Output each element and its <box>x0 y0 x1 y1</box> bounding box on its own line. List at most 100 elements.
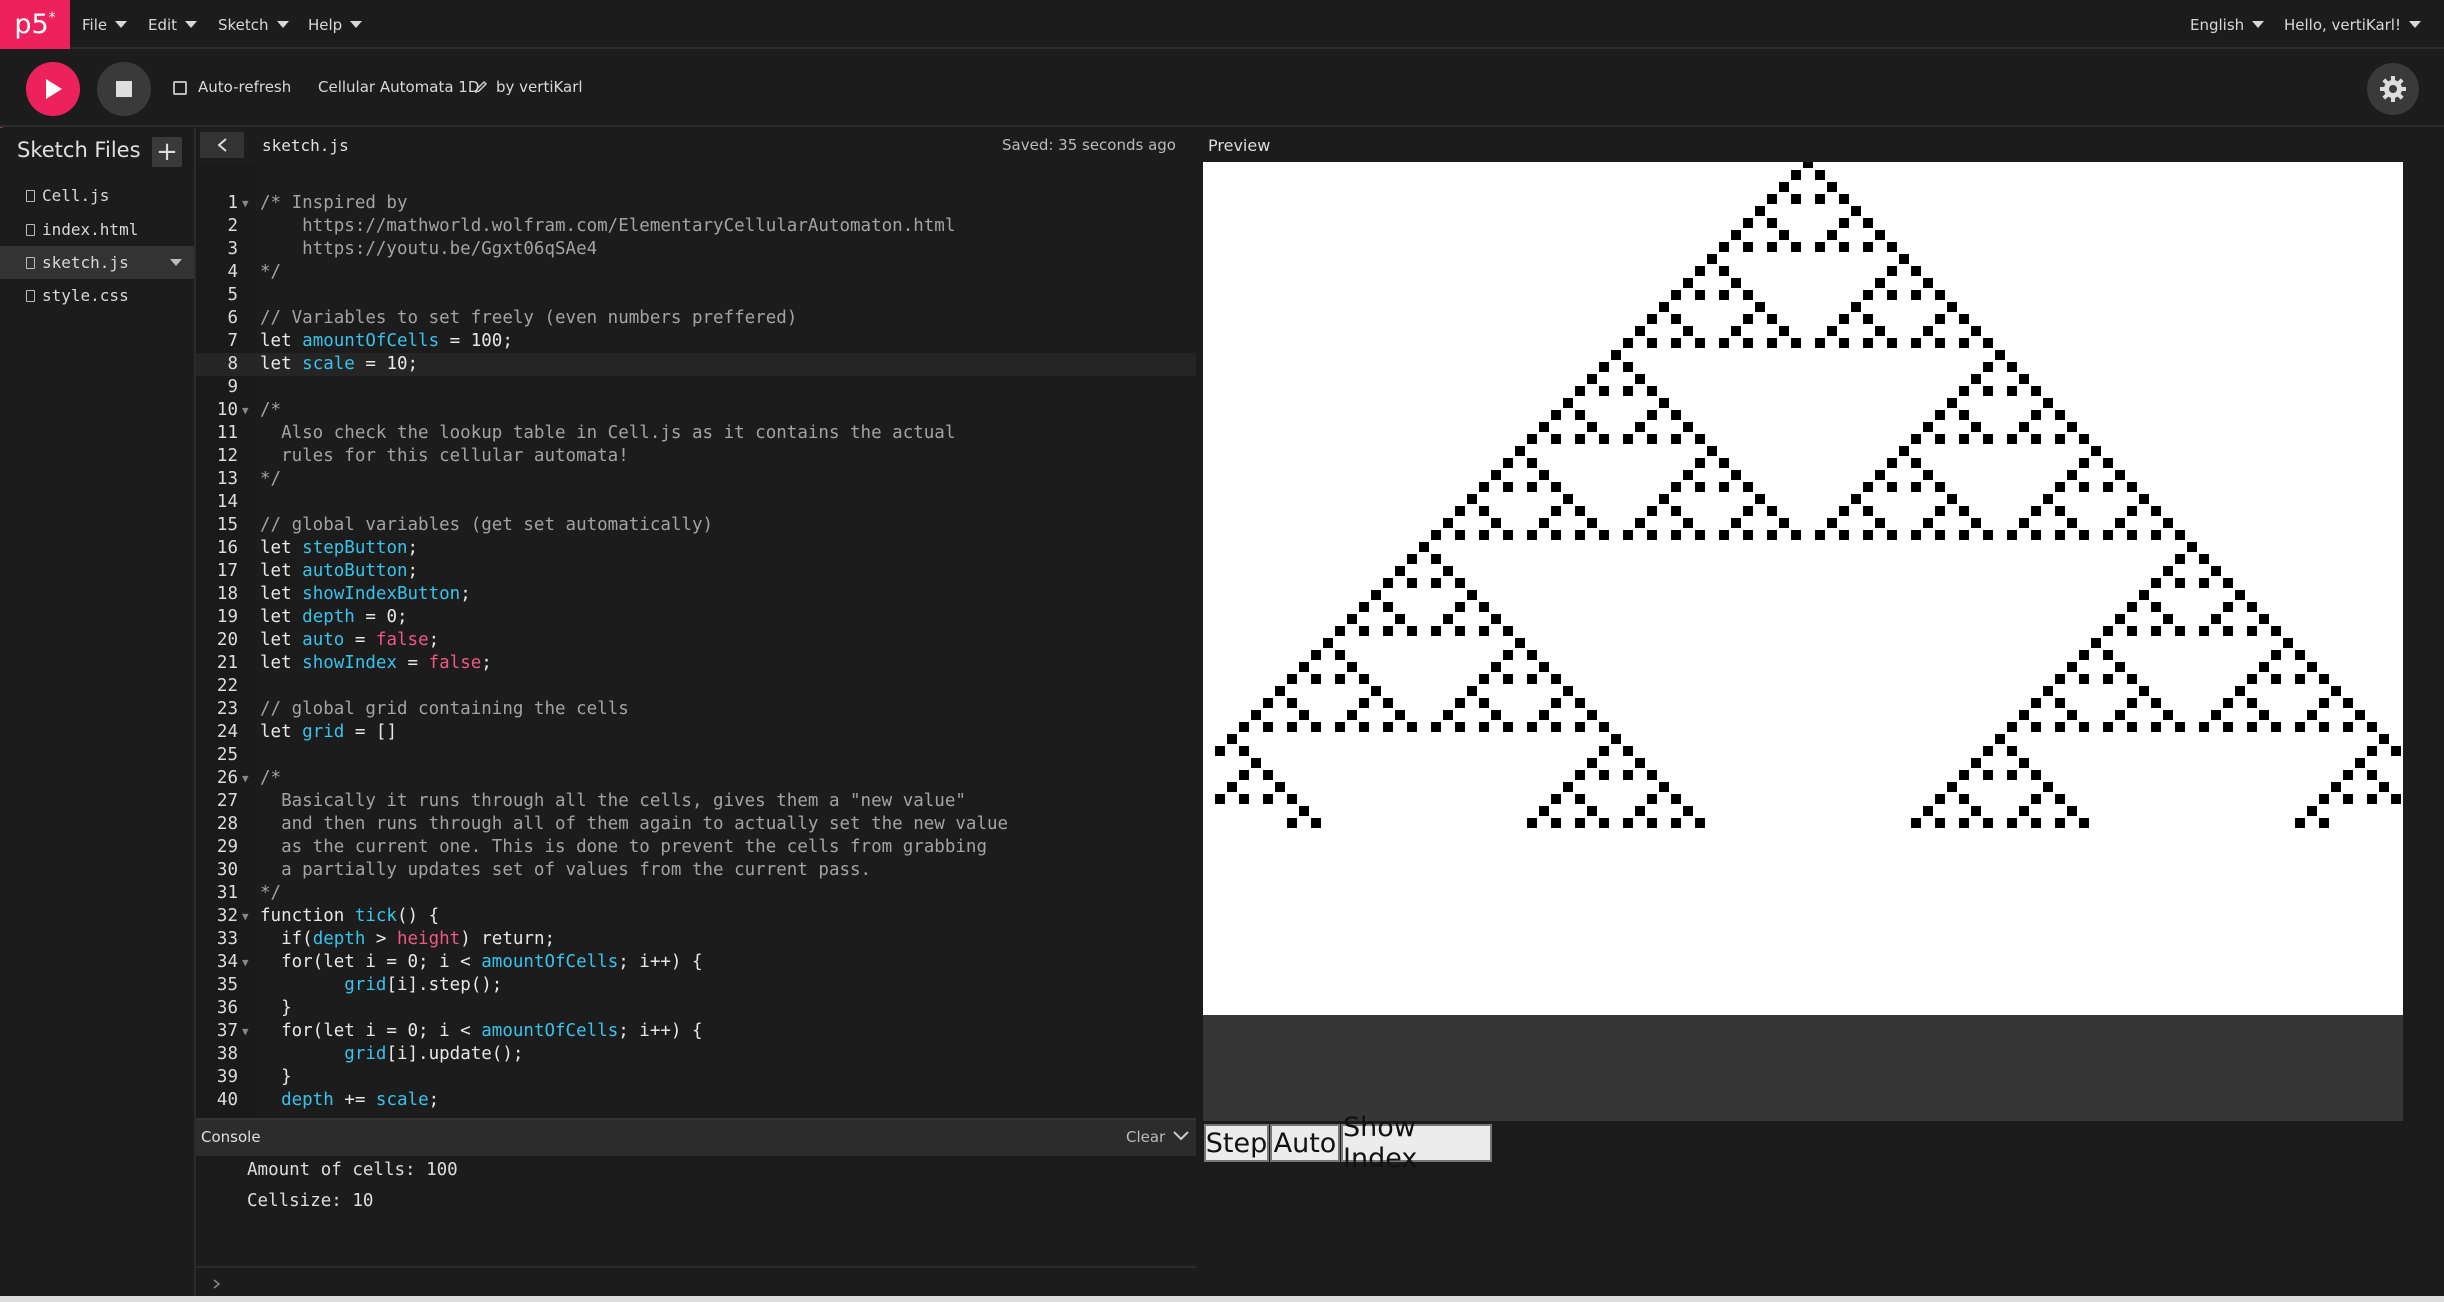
p5-logo[interactable]: p5 * <box>0 0 70 49</box>
code-line[interactable]: 24 let grid = [] <box>196 721 1196 744</box>
cell <box>1659 302 1669 312</box>
code-line[interactable]: 38 grid[i].update(); <box>196 1043 1196 1066</box>
code-line[interactable]: 5 <box>196 284 1196 307</box>
fold-icon[interactable]: ▼ <box>242 192 258 215</box>
fold-icon[interactable]: ▼ <box>242 399 258 422</box>
cell <box>2355 758 2365 768</box>
code-line[interactable]: 21 let showIndex = false; <box>196 652 1196 675</box>
code-line[interactable]: 28 and then runs through all of them aga… <box>196 813 1196 836</box>
code-line[interactable]: 33 if(depth > height) return; <box>196 928 1196 951</box>
file-options-icon[interactable] <box>170 259 182 267</box>
cell <box>1923 518 1933 528</box>
code-line[interactable]: 1 ▼/* Inspired by <box>196 192 1196 215</box>
fold-icon <box>242 376 258 399</box>
code-line[interactable]: 9 <box>196 376 1196 399</box>
code-line[interactable]: 4 */ <box>196 261 1196 284</box>
cell <box>2175 626 2185 636</box>
menu-file[interactable]: File <box>82 0 128 49</box>
cell <box>1287 818 1297 828</box>
fold-icon[interactable]: ▼ <box>242 1020 258 1043</box>
horizontal-scrollbar[interactable] <box>0 1296 2444 1302</box>
cell <box>2307 806 2317 816</box>
user-menu[interactable]: Hello, vertiKarl! <box>2284 0 2421 49</box>
code-line[interactable]: 10 ▼/* <box>196 399 1196 422</box>
collapse-sidebar-button[interactable] <box>200 132 244 158</box>
code-line[interactable]: 14 <box>196 491 1196 514</box>
code-line[interactable]: 36 } <box>196 997 1196 1020</box>
code-line[interactable]: 15 // global variables (get set automatic… <box>196 514 1196 537</box>
menu-sketch[interactable]: Sketch <box>218 0 289 49</box>
code-line[interactable]: 26 ▼/* <box>196 767 1196 790</box>
code-line[interactable]: 39 } <box>196 1066 1196 1089</box>
cell <box>1743 314 1753 324</box>
code-line[interactable]: 19 let depth = 0; <box>196 606 1196 629</box>
code-line[interactable]: 22 <box>196 675 1196 698</box>
automata-canvas[interactable] <box>1203 162 2403 1015</box>
cell <box>1887 458 1897 468</box>
editor-file-tab[interactable]: sketch.js <box>262 136 349 155</box>
code-line[interactable]: 13 */ <box>196 468 1196 491</box>
code-line[interactable]: 29 as the current one. This is done to p… <box>196 836 1196 859</box>
file-item-cell-js[interactable]: Cell.js <box>0 179 194 212</box>
code-line[interactable]: 11 Also check the lookup table in Cell.j… <box>196 422 1196 445</box>
cell <box>1983 746 1993 756</box>
fold-icon[interactable]: ▼ <box>242 951 258 974</box>
code-line[interactable]: 32 ▼ function tick() { <box>196 905 1196 928</box>
code-line[interactable]: 20 let auto = false; <box>196 629 1196 652</box>
code-line[interactable]: 27 Basically it runs through all the cel… <box>196 790 1196 813</box>
code-line[interactable]: 31 */ <box>196 882 1196 905</box>
file-item-index-html[interactable]: index.html <box>0 213 194 246</box>
code-line[interactable]: 23 // global grid containing the cells <box>196 698 1196 721</box>
language-menu[interactable]: English <box>2190 0 2265 49</box>
cell <box>1983 434 1993 444</box>
cell <box>1635 326 1645 336</box>
prompt-chevron-icon <box>213 1279 221 1289</box>
code-line[interactable]: 37 ▼ for(let i = 0; i < amountOfCells; i+… <box>196 1020 1196 1043</box>
menu-help[interactable]: Help <box>308 0 363 49</box>
sketch-author[interactable]: by vertiKarl <box>496 78 583 96</box>
code-line[interactable]: 3 https://youtu.be/Ggxt06qSAe4 <box>196 238 1196 261</box>
cell <box>1743 218 1753 228</box>
console-input[interactable] <box>196 1266 1196 1300</box>
code-line[interactable]: 18 let showIndexButton; <box>196 583 1196 606</box>
code-line[interactable]: 12 rules for this cellular automata! <box>196 445 1196 468</box>
stop-button[interactable] <box>97 62 151 116</box>
cell <box>1575 530 1585 540</box>
cell <box>1515 446 1525 456</box>
code-line[interactable]: 6 // Variables to set freely (even number… <box>196 307 1196 330</box>
code-lines[interactable]: 1 ▼/* Inspired by 2 https://mathworld.wolf… <box>196 192 1196 1112</box>
file-item-sketch-js[interactable]: sketch.js <box>0 246 194 279</box>
sketch-title[interactable]: Cellular Automata 1D <box>318 78 479 96</box>
cell <box>1947 302 1957 312</box>
cell <box>2055 530 2065 540</box>
cell <box>1551 674 1561 684</box>
auto-refresh-checkbox[interactable] <box>173 81 187 95</box>
chevron-down-icon[interactable] <box>1172 1129 1190 1143</box>
fold-icon[interactable]: ▼ <box>242 905 258 928</box>
code-line[interactable]: 34 ▼ for(let i = 0; i < amountOfCells; i+… <box>196 951 1196 974</box>
cell <box>1503 626 1513 636</box>
settings-button[interactable] <box>2367 63 2419 115</box>
code-line[interactable]: 17 let autoButton; <box>196 560 1196 583</box>
auto-button[interactable]: Auto <box>1270 1124 1340 1162</box>
add-file-button[interactable]: + <box>152 137 182 167</box>
code-line[interactable]: 7 let amountOfCells = 100; <box>196 330 1196 353</box>
code-line[interactable]: 25 <box>196 744 1196 767</box>
fold-icon[interactable]: ▼ <box>242 767 258 790</box>
code-text: Basically it runs through all the cells,… <box>260 791 966 811</box>
code-line[interactable]: 35 grid[i].step(); <box>196 974 1196 997</box>
code-line[interactable]: 16 let stepButton; <box>196 537 1196 560</box>
code-line[interactable]: 2 https://mathworld.wolfram.com/Elementa… <box>196 215 1196 238</box>
cell <box>2271 674 2281 684</box>
code-line[interactable]: 40 depth += scale; <box>196 1089 1196 1112</box>
pencil-icon[interactable] <box>474 80 488 94</box>
code-line[interactable]: 30 a partially updates set of values fro… <box>196 859 1196 882</box>
console-clear-button[interactable]: Clear <box>1126 1128 1165 1146</box>
play-button[interactable] <box>26 62 80 116</box>
file-item-style-css[interactable]: style.css <box>0 279 194 312</box>
cell <box>2343 794 2353 804</box>
step-button[interactable]: Step <box>1204 1124 1269 1162</box>
code-line[interactable]: 8 let scale = 10; <box>196 353 1196 376</box>
menu-edit[interactable]: Edit <box>148 0 198 49</box>
show-index-button[interactable]: Show Index <box>1341 1112 1492 1174</box>
